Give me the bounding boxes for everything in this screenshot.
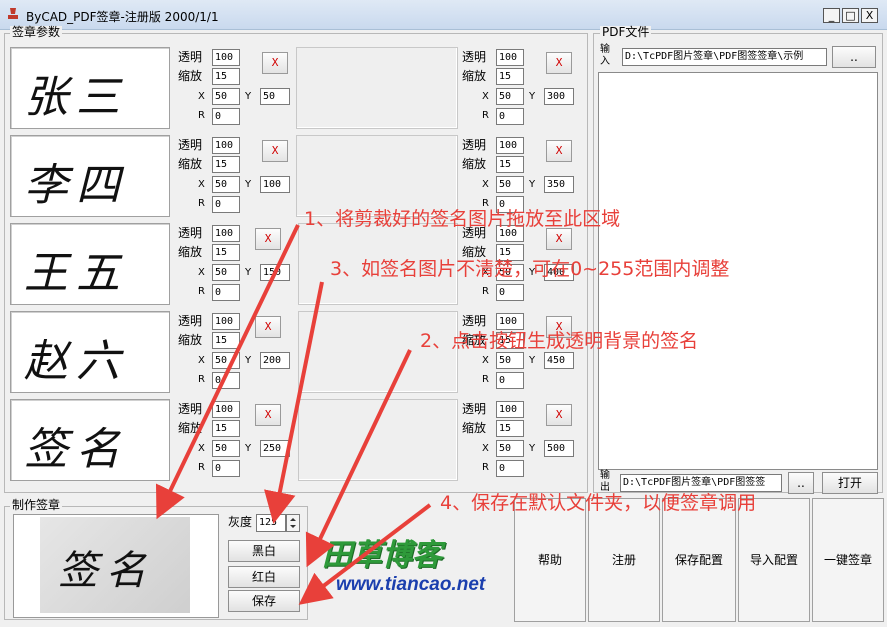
annotation-3: 3、如签名图片不清楚，可在0~255范围内调整 — [330, 258, 730, 280]
arrow-2 — [305, 349, 412, 568]
annotation-1: 1、将剪裁好的签名图片拖放至此区域 — [304, 208, 621, 230]
annotation-arrows — [155, 224, 432, 605]
arrow-1 — [155, 224, 300, 520]
arrow-3 — [264, 281, 324, 524]
annotation-2: 2、点击按钮生成透明背景的签名 — [420, 330, 699, 352]
arrow-4 — [298, 503, 432, 605]
annotation-4: 4、保存在默认文件夹，以便签章调用 — [440, 492, 757, 514]
